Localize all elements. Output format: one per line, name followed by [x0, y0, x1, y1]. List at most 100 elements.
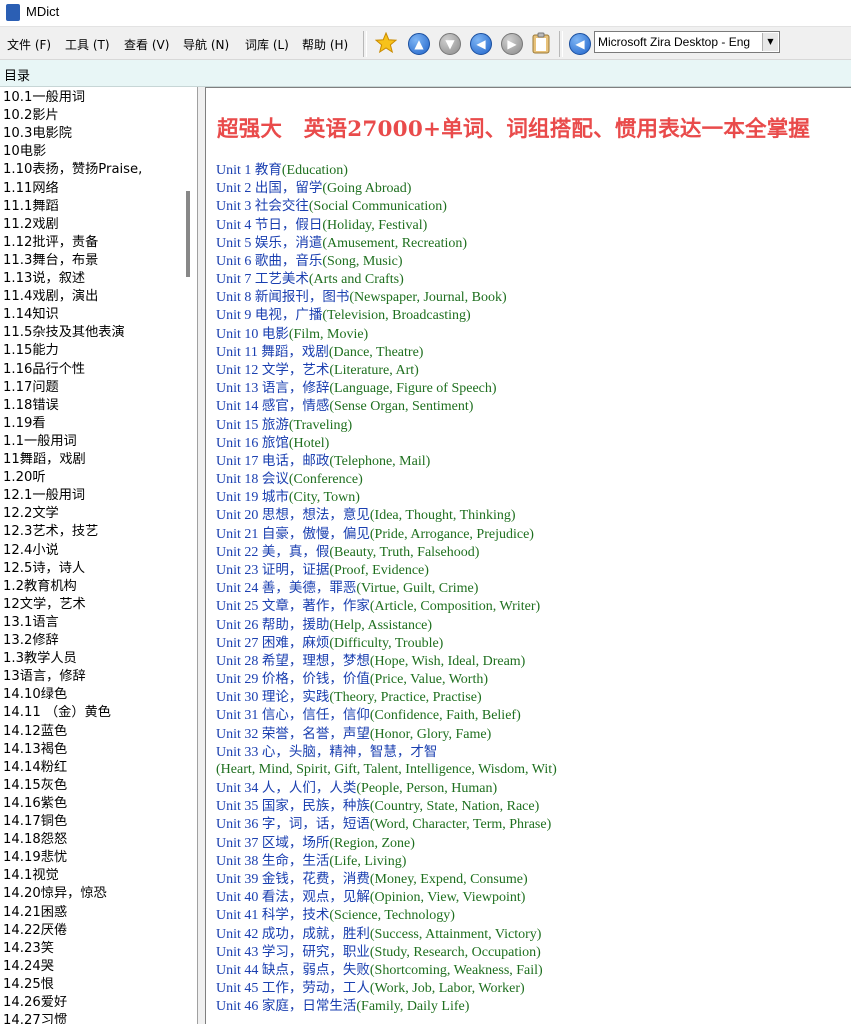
- pane-splitter[interactable]: [198, 87, 204, 1024]
- unit-english-title[interactable]: (Arts and Crafts): [309, 272, 404, 287]
- sidebar-scrollbar[interactable]: [186, 191, 190, 277]
- unit-english-title[interactable]: (Pride, Arrogance, Prejudice): [370, 527, 534, 542]
- sidebar-item[interactable]: 12.1一般用词: [3, 487, 85, 505]
- unit-english-title[interactable]: (Going Abroad): [322, 181, 411, 196]
- unit-english-title[interactable]: (Theory, Practice, Practise): [329, 690, 481, 705]
- sidebar-item[interactable]: 1.15能力: [3, 342, 59, 360]
- unit-link[interactable]: Unit 43 学习，研究，职业(Study, Research, Occupa…: [216, 943, 541, 962]
- unit-chinese-title[interactable]: 科学，技术: [262, 907, 330, 923]
- unit-number[interactable]: Unit 18: [216, 472, 258, 487]
- unit-english-title[interactable]: (Article, Composition, Writer): [370, 599, 540, 614]
- unit-english-title[interactable]: (City, Town): [289, 490, 360, 505]
- sidebar-item[interactable]: 14.16紫色: [3, 795, 67, 813]
- unit-link[interactable]: Unit 37 区域，场所(Region, Zone): [216, 834, 415, 853]
- sidebar-item[interactable]: 14.1视觉: [3, 867, 59, 885]
- unit-english-title[interactable]: (Sense Organ, Sentiment): [329, 399, 473, 414]
- unit-link[interactable]: Unit 6 歌曲，音乐(Song, Music): [216, 252, 403, 271]
- menu-navigate[interactable]: 导航 (N): [183, 36, 229, 53]
- unit-number[interactable]: Unit 29: [216, 672, 258, 687]
- sidebar-item[interactable]: 12文学，艺术: [3, 596, 86, 614]
- sidebar-item[interactable]: 1.14知识: [3, 306, 59, 324]
- unit-number[interactable]: Unit 43: [216, 945, 258, 960]
- unit-chinese-title[interactable]: 成功，成就，胜利: [262, 926, 370, 942]
- unit-number[interactable]: Unit 33: [216, 745, 258, 760]
- sidebar-item[interactable]: 1.10表扬，赞扬Praise,: [3, 161, 142, 179]
- sidebar-item[interactable]: 1.18错误: [3, 397, 59, 415]
- unit-english-title[interactable]: (Opinion, View, Viewpoint): [370, 890, 526, 905]
- unit-chinese-title[interactable]: 心，头脑，精神，智慧，才智: [262, 744, 438, 760]
- unit-link[interactable]: Unit 18 会议(Conference): [216, 470, 363, 489]
- unit-number[interactable]: Unit 37: [216, 836, 258, 851]
- unit-link[interactable]: Unit 27 困难，麻烦(Difficulty, Trouble): [216, 634, 443, 653]
- unit-number[interactable]: Unit 14: [216, 399, 258, 414]
- unit-number[interactable]: Unit 19: [216, 490, 258, 505]
- unit-link[interactable]: Unit 23 证明，证据(Proof, Evidence): [216, 561, 429, 580]
- unit-link[interactable]: Unit 28 希望，理想，梦想(Hope, Wish, Ideal, Drea…: [216, 652, 525, 671]
- unit-english-title[interactable]: (Country, State, Nation, Race): [370, 799, 539, 814]
- unit-english-title[interactable]: (Hotel): [289, 436, 329, 451]
- unit-chinese-title[interactable]: 社会交往: [255, 198, 309, 214]
- unit-link[interactable]: (Heart, Mind, Spirit, Gift, Talent, Inte…: [216, 761, 557, 779]
- unit-english-title[interactable]: (Virtue, Guilt, Crime): [356, 581, 478, 596]
- unit-english-title[interactable]: (Education): [282, 163, 348, 178]
- unit-english-title[interactable]: (Money, Expend, Consume): [370, 872, 528, 887]
- sidebar-item[interactable]: 14.13褐色: [3, 741, 67, 759]
- unit-chinese-title[interactable]: 感官，情感: [262, 398, 330, 414]
- unit-chinese-title[interactable]: 生命，生活: [262, 853, 330, 869]
- unit-chinese-title[interactable]: 电影: [262, 326, 289, 342]
- unit-chinese-title[interactable]: 信心，信任，信仰: [262, 707, 370, 723]
- unit-number[interactable]: Unit 45: [216, 981, 258, 996]
- sidebar-item[interactable]: 12.2文学: [3, 505, 59, 523]
- unit-chinese-title[interactable]: 区域，场所: [262, 835, 330, 851]
- unit-link[interactable]: Unit 1 教育(Education): [216, 161, 348, 180]
- unit-link[interactable]: Unit 40 看法，观点，见解(Opinion, View, Viewpoin…: [216, 888, 525, 907]
- unit-link[interactable]: Unit 45 工作，劳动，工人(Work, Job, Labor, Worke…: [216, 979, 525, 998]
- unit-english-title[interactable]: (Telephone, Mail): [329, 454, 430, 469]
- unit-english-title[interactable]: (Social Communication): [309, 199, 447, 214]
- sidebar-item[interactable]: 11.2戏剧: [3, 216, 59, 234]
- unit-link[interactable]: Unit 9 电视，广播(Television, Broadcasting): [216, 306, 471, 325]
- sidebar-item[interactable]: 14.27习惯: [3, 1012, 67, 1024]
- sidebar-item[interactable]: 14.26爱好: [3, 994, 67, 1012]
- unit-english-title[interactable]: (Hope, Wish, Ideal, Dream): [370, 654, 525, 669]
- menu-library[interactable]: 词库 (L): [245, 36, 289, 53]
- unit-number[interactable]: Unit 24: [216, 581, 258, 596]
- sidebar-item[interactable]: 1.17问题: [3, 379, 59, 397]
- arrow-down-icon[interactable]: ▼: [438, 32, 461, 55]
- unit-link[interactable]: Unit 2 出国，留学(Going Abroad): [216, 179, 411, 198]
- unit-chinese-title[interactable]: 困难，麻烦: [262, 635, 330, 651]
- sidebar-item[interactable]: 11舞蹈，戏剧: [3, 451, 86, 469]
- unit-chinese-title[interactable]: 思想，想法，意见: [262, 507, 370, 523]
- sidebar-item[interactable]: 14.18怨怒: [3, 831, 67, 849]
- unit-chinese-title[interactable]: 文学，艺术: [262, 362, 330, 378]
- address-bar[interactable]: 目录: [0, 60, 851, 87]
- unit-number[interactable]: Unit 8: [216, 290, 251, 305]
- sidebar-item[interactable]: 12.5诗，诗人: [3, 560, 85, 578]
- unit-chinese-title[interactable]: 荣誉，名誉，声望: [262, 726, 370, 742]
- unit-english-title[interactable]: (Idea, Thought, Thinking): [370, 508, 516, 523]
- unit-chinese-title[interactable]: 理论，实践: [262, 689, 330, 705]
- unit-number[interactable]: Unit 11: [216, 345, 258, 360]
- unit-number[interactable]: Unit 13: [216, 381, 258, 396]
- unit-chinese-title[interactable]: 舞蹈，戏剧: [261, 344, 329, 360]
- sidebar-item[interactable]: 14.11 （金）黄色: [3, 704, 111, 722]
- unit-english-title[interactable]: (People, Person, Human): [356, 781, 497, 796]
- sidebar-item[interactable]: 14.15灰色: [3, 777, 67, 795]
- unit-number[interactable]: Unit 3: [216, 199, 251, 214]
- unit-chinese-title[interactable]: 希望，理想，梦想: [262, 653, 370, 669]
- unit-chinese-title[interactable]: 善，美德，罪恶: [262, 580, 357, 596]
- sidebar-item[interactable]: 11.1舞蹈: [3, 198, 59, 216]
- unit-number[interactable]: Unit 10: [216, 327, 258, 342]
- unit-number[interactable]: Unit 9: [216, 308, 251, 323]
- sidebar-item[interactable]: 10电影: [3, 143, 46, 161]
- unit-chinese-title[interactable]: 自豪，傲慢，偏见: [262, 526, 370, 542]
- unit-english-title[interactable]: (Film, Movie): [289, 327, 368, 342]
- unit-english-title[interactable]: (Shortcoming, Weakness, Fail): [370, 963, 543, 978]
- unit-link[interactable]: Unit 46 家庭，日常生活(Family, Daily Life): [216, 997, 469, 1016]
- unit-chinese-title[interactable]: 证明，证据: [262, 562, 330, 578]
- unit-english-title[interactable]: (Amusement, Recreation): [322, 236, 467, 251]
- unit-link[interactable]: Unit 34 人，人们，人类(People, Person, Human): [216, 779, 497, 798]
- unit-number[interactable]: Unit 6: [216, 254, 251, 269]
- unit-link[interactable]: Unit 36 字，词，话，短语(Word, Character, Term, …: [216, 815, 551, 834]
- unit-chinese-title[interactable]: 缺点，弱点，失败: [262, 962, 370, 978]
